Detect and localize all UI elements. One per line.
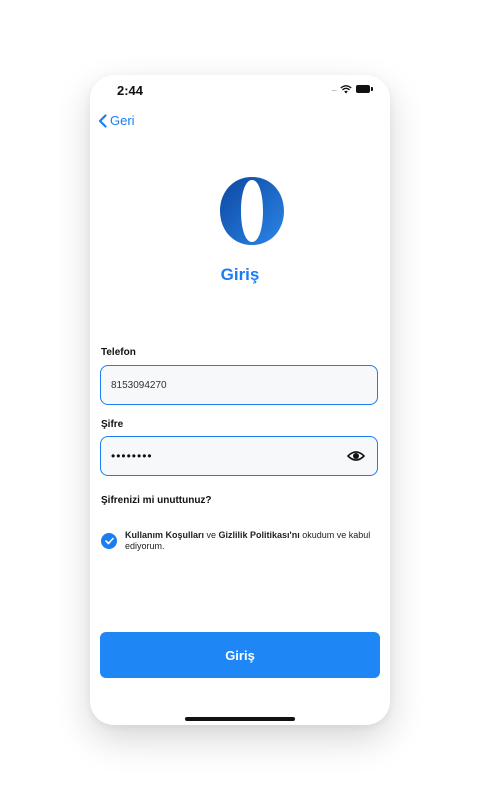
login-button[interactable]: Giriş: [100, 632, 380, 678]
password-input[interactable]: [101, 437, 351, 475]
privacy-policy-link[interactable]: Gizlilik Politikası'nı: [219, 530, 300, 540]
wifi-icon: [340, 84, 352, 93]
phone-field[interactable]: [100, 365, 378, 405]
terms-connector: ve: [204, 530, 219, 540]
phone-label: Telefon: [101, 347, 136, 358]
back-button[interactable]: Geri: [98, 113, 135, 128]
status-bar: 2:44 ....: [90, 75, 390, 105]
phone-input[interactable]: [101, 366, 351, 404]
page-title: Giriş: [220, 265, 260, 284]
phone-frame: 2:44 .... Geri Giriş Telefon Şi: [90, 75, 390, 725]
forgot-password-link[interactable]: Şifrenizi mi unuttunuz?: [101, 495, 212, 506]
terms-text: Kullanım Koşulları ve Gizlilik Politikas…: [125, 530, 381, 552]
battery-icon: [356, 85, 373, 93]
brand-logo-icon: [220, 177, 284, 245]
eye-icon[interactable]: [347, 449, 365, 463]
chevron-left-icon: [98, 113, 107, 128]
terms-of-use-link[interactable]: Kullanım Koşulları: [125, 530, 204, 540]
password-field[interactable]: [100, 436, 378, 476]
password-label: Şifre: [101, 419, 124, 430]
signal-dots-icon: ....: [331, 84, 337, 93]
checkmark-icon[interactable]: [101, 533, 117, 549]
terms-row: Kullanım Koşulları ve Gizlilik Politikas…: [101, 530, 381, 552]
status-icons: ....: [331, 84, 373, 94]
home-indicator: [185, 717, 295, 721]
back-label: Geri: [110, 113, 135, 128]
status-time: 2:44: [117, 83, 144, 98]
